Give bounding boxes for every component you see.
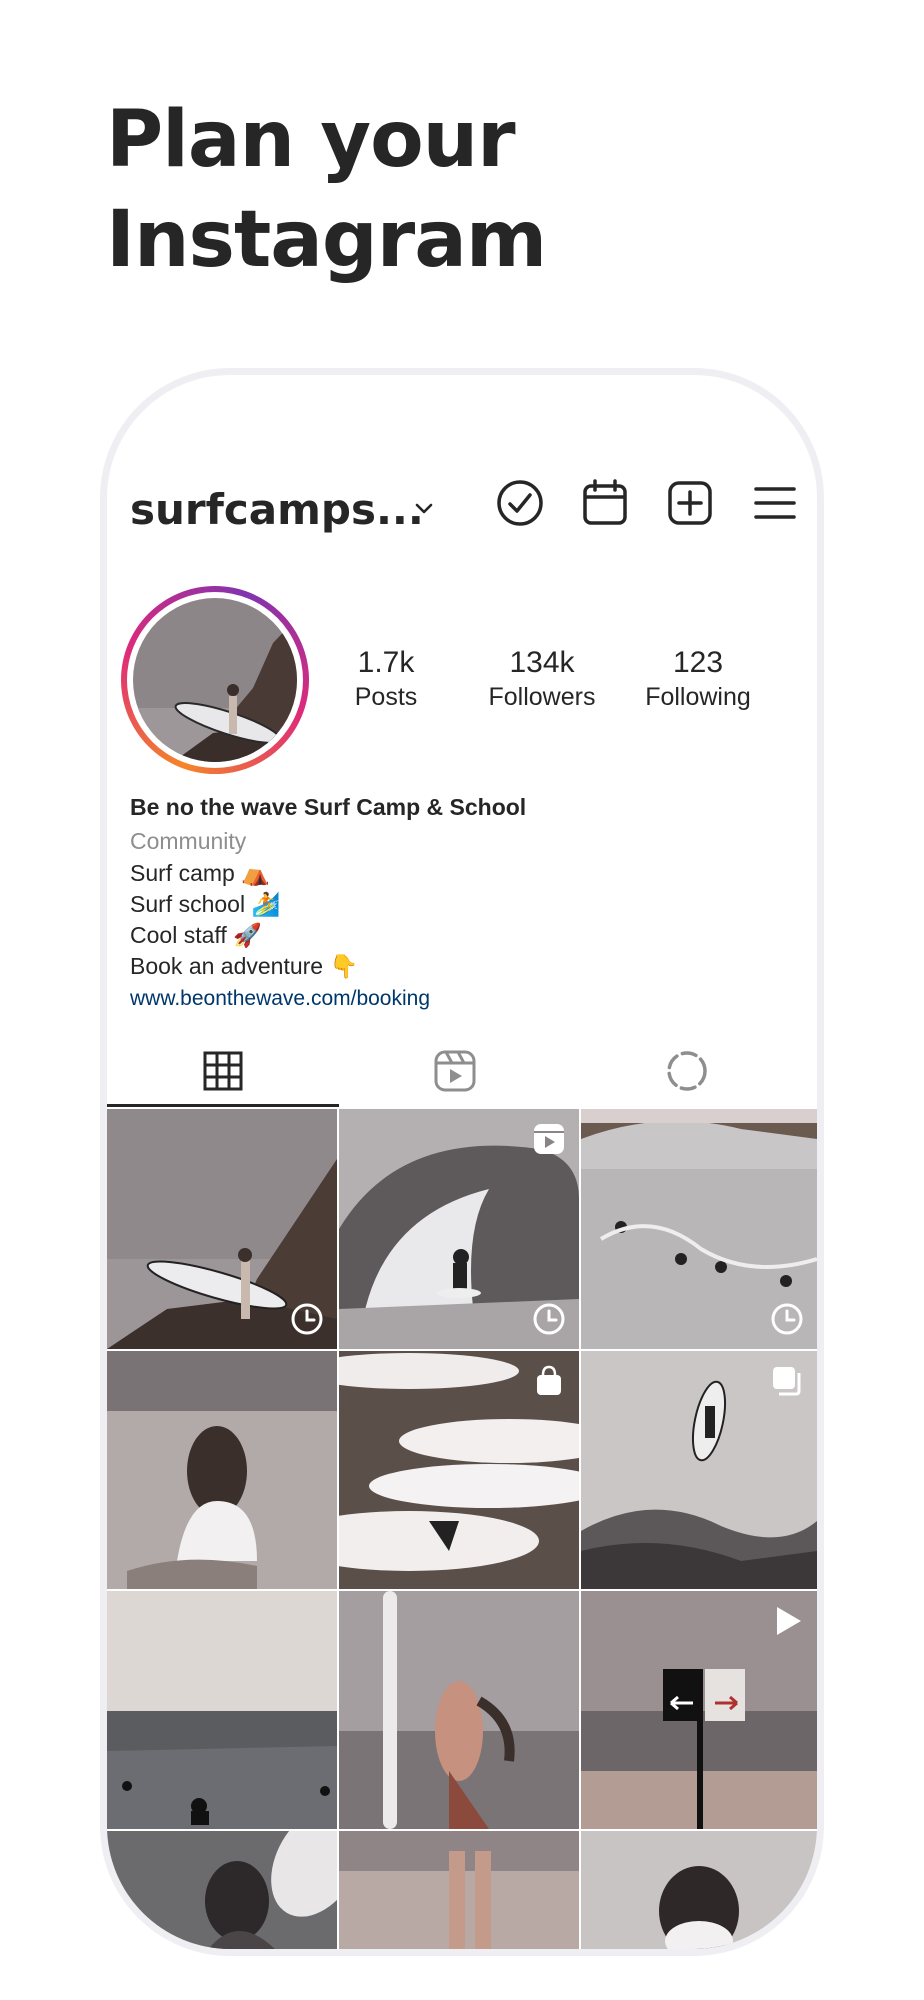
- bio-line: Cool staff 🚀: [130, 922, 262, 948]
- clock-icon: [771, 1303, 803, 1335]
- profile-display-name: Be no the wave Surf Camp & School: [130, 794, 527, 820]
- bio-line: Surf school 🏄: [130, 891, 281, 917]
- calendar-icon[interactable]: [579, 477, 631, 529]
- grid-post[interactable]: [107, 1351, 337, 1589]
- grid-post[interactable]: [339, 1351, 579, 1589]
- grid-post[interactable]: [339, 1831, 579, 1949]
- account-username[interactable]: surfcamps...: [130, 485, 424, 534]
- page-headline: Plan your Instagram: [106, 90, 547, 290]
- grid-post[interactable]: [581, 1351, 817, 1589]
- stat-followers[interactable]: 134k Followers: [462, 645, 622, 713]
- menu-icon[interactable]: [749, 477, 801, 529]
- profile-avatar-ring[interactable]: [121, 586, 309, 774]
- clock-icon: [291, 1303, 323, 1335]
- reels-icon: [434, 1050, 476, 1092]
- bio-line: Book an adventure 👇: [130, 953, 359, 979]
- profile-category: Community: [130, 828, 247, 854]
- chevron-down-icon[interactable]: [412, 497, 436, 521]
- grid-post[interactable]: [581, 1591, 817, 1829]
- profile-bio: Be no the wave Surf Camp & School Commun…: [130, 790, 790, 1016]
- grid-post[interactable]: [581, 1109, 817, 1349]
- bio-line: Surf camp ⛺: [130, 860, 270, 886]
- tab-reels[interactable]: [339, 1035, 571, 1107]
- add-square-icon[interactable]: [664, 477, 716, 529]
- play-icon: [777, 1607, 801, 1635]
- headline-line-2: Instagram: [106, 195, 547, 285]
- phone-frame: surfcamps... 1.7k Posts 134k Followers 1…: [100, 368, 824, 1956]
- stories-icon: [667, 1051, 707, 1091]
- reels-badge-icon: [534, 1124, 564, 1154]
- grid-post[interactable]: [107, 1831, 337, 1949]
- tab-grid[interactable]: [107, 1035, 339, 1107]
- grid-icon: [203, 1051, 243, 1091]
- shop-icon: [537, 1365, 561, 1395]
- profile-tabs: [107, 1035, 817, 1107]
- headline-line-1: Plan your: [106, 95, 516, 185]
- grid-post[interactable]: [339, 1109, 579, 1349]
- grid-post[interactable]: [107, 1591, 337, 1829]
- profile-top-bar: surfcamps...: [107, 475, 817, 545]
- avatar-image: [133, 598, 297, 762]
- carousel-icon: [773, 1367, 801, 1396]
- tab-stories[interactable]: [571, 1035, 803, 1107]
- grid-post[interactable]: [581, 1831, 817, 1949]
- avatar: [133, 598, 297, 762]
- clock-icon: [533, 1303, 565, 1335]
- grid-post[interactable]: [339, 1591, 579, 1829]
- grid-post[interactable]: [107, 1109, 337, 1349]
- active-tab-indicator: [107, 1104, 339, 1107]
- check-circle-icon[interactable]: [494, 477, 546, 529]
- instagram-profile-screen: surfcamps... 1.7k Posts 134k Followers 1…: [107, 375, 817, 1949]
- bio-website-link[interactable]: www.beonthewave.com/booking: [130, 987, 430, 1010]
- stat-following[interactable]: 123 Following: [618, 645, 778, 713]
- stat-posts[interactable]: 1.7k Posts: [306, 645, 466, 713]
